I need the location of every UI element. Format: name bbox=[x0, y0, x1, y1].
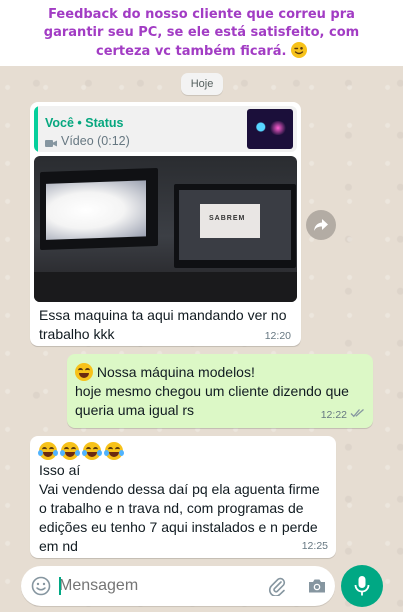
message-input[interactable] bbox=[59, 575, 259, 597]
video-camera-icon bbox=[45, 137, 57, 147]
message-bubble-incoming[interactable]: Isso aí Vai vendendo dessa daí pq ela ag… bbox=[30, 436, 336, 558]
left-monitor bbox=[40, 167, 158, 251]
message-line-2: hoje mesmo chegou um cliente dizendo que… bbox=[75, 383, 349, 418]
video-attachment[interactable]: SABREM bbox=[34, 156, 297, 302]
emoji-row bbox=[38, 442, 124, 460]
message-line-1: Isso aí bbox=[39, 462, 81, 478]
text-caret bbox=[59, 577, 61, 595]
message-bubble-outgoing[interactable]: Nossa máquina modelos! hoje mesmo chegou… bbox=[67, 354, 373, 428]
message-line-2: Vai vendendo dessa daí pq ela aguenta fi… bbox=[39, 481, 320, 554]
laughing-emoji-icon bbox=[103, 442, 124, 460]
message-time: 12:25 bbox=[301, 540, 328, 552]
message-time: 12:20 bbox=[264, 330, 291, 342]
mic-icon bbox=[354, 576, 370, 596]
message-line-1: Nossa máquina modelos! bbox=[96, 364, 255, 380]
banner-caption: Feedback do nosso cliente que correu pra… bbox=[32, 6, 372, 61]
message-composer[interactable] bbox=[21, 566, 335, 606]
desk bbox=[34, 272, 297, 302]
laughing-emoji-icon bbox=[81, 442, 102, 460]
quote-author: Você • Status bbox=[45, 116, 124, 130]
message-text: Essa maquina ta aqui mandando ver no tra… bbox=[39, 307, 287, 342]
status-thumbnail bbox=[247, 109, 293, 149]
quote-subtitle: Vídeo (0:12) bbox=[45, 134, 130, 148]
message-bubble-incoming[interactable]: Você • Status Vídeo (0:12) SABREM Essa m… bbox=[30, 102, 301, 346]
right-monitor: SABREM bbox=[174, 184, 296, 268]
wink-emoji-icon bbox=[291, 41, 308, 58]
date-chip: Hoje bbox=[181, 73, 223, 95]
voice-record-button[interactable] bbox=[341, 565, 383, 607]
message-time: 12:22 bbox=[320, 409, 347, 421]
camera-icon[interactable] bbox=[307, 576, 327, 596]
forward-icon bbox=[314, 219, 328, 231]
quote-subtitle-text: Vídeo (0:12) bbox=[61, 134, 130, 148]
monitor-screen-text: SABREM bbox=[209, 215, 246, 222]
laughing-emoji-icon bbox=[59, 442, 80, 460]
banner-text: Feedback do nosso cliente que correu pra… bbox=[43, 6, 360, 59]
forward-button[interactable] bbox=[306, 210, 336, 240]
message-text: Isso aí Vai vendendo dessa daí pq ela ag… bbox=[38, 442, 331, 556]
status-reply-quote[interactable]: Você • Status Vídeo (0:12) bbox=[34, 106, 297, 152]
promo-banner: Feedback do nosso cliente que correu pra… bbox=[0, 0, 403, 66]
paperclip-icon[interactable] bbox=[267, 576, 287, 596]
laughing-emoji-icon bbox=[38, 442, 58, 460]
grinning-emoji-icon bbox=[75, 363, 93, 381]
double-check-icon bbox=[350, 409, 364, 418]
emoji-icon[interactable] bbox=[31, 576, 51, 596]
quote-accent-bar bbox=[34, 106, 38, 152]
